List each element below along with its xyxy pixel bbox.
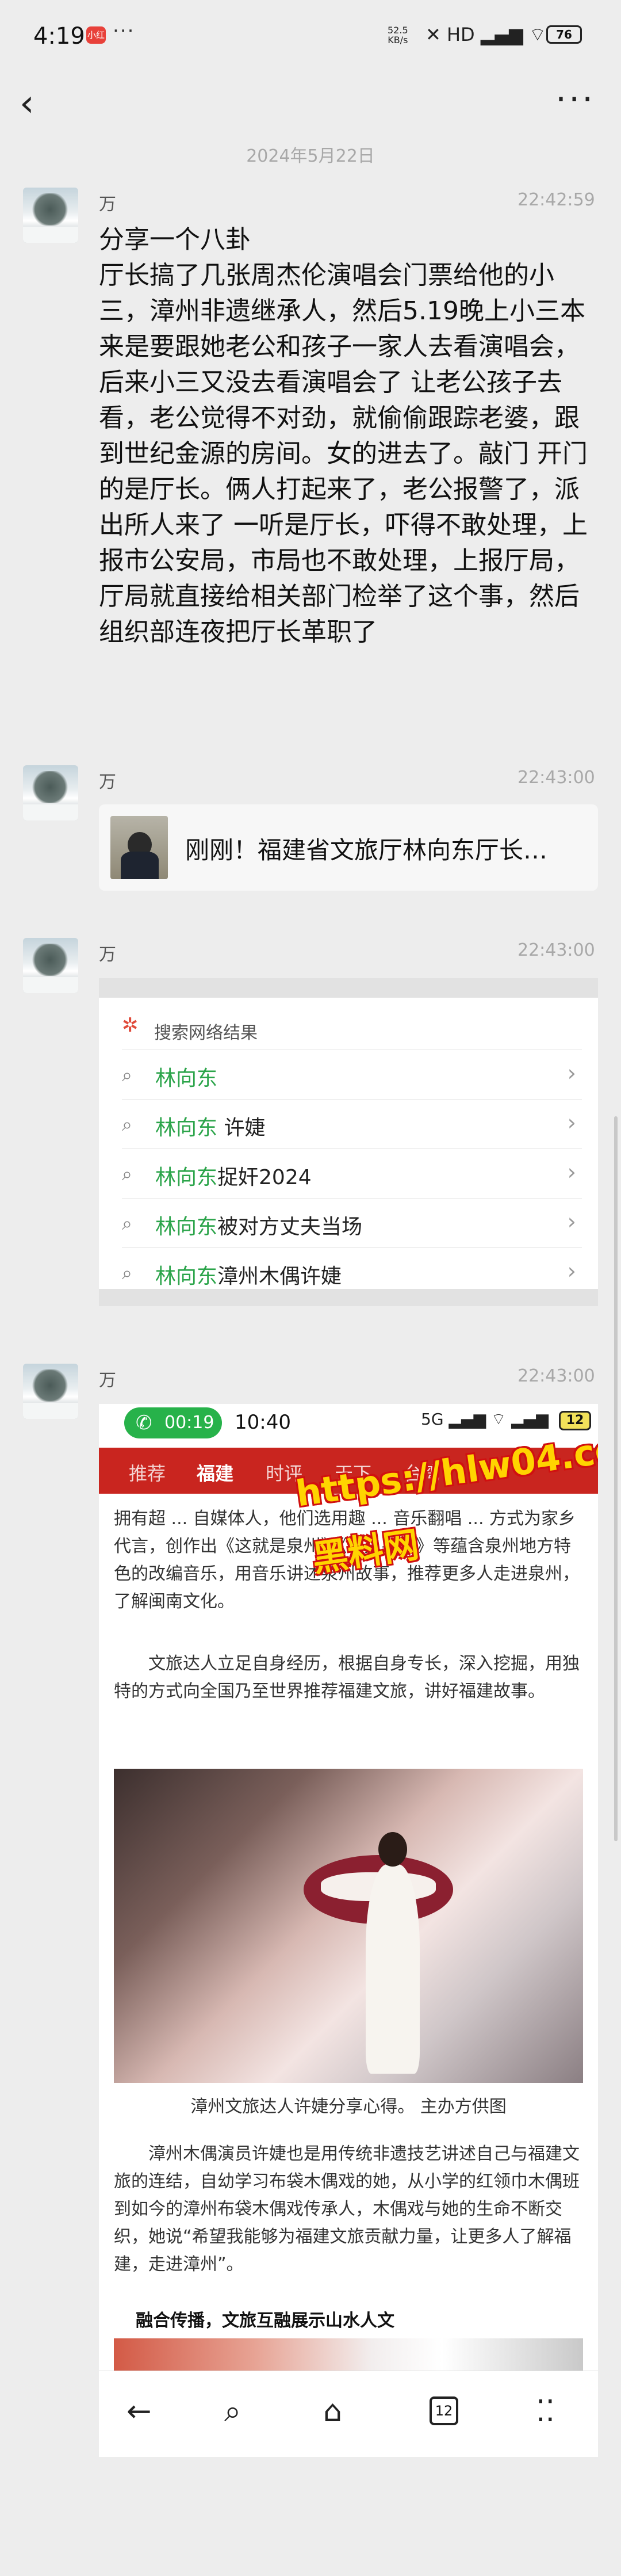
search-highlight: 林向东 xyxy=(155,1116,218,1140)
network-speed-value: 52.5 xyxy=(388,25,408,36)
chevron-right-icon: › xyxy=(567,1258,576,1284)
article-paragraph: 文旅达人立足自身经历，根据自身专长，深入挖掘，用独特的方式向全国乃至世界推荐福建… xyxy=(114,1654,580,1701)
message-line: 分享一个八卦 xyxy=(99,225,251,254)
search-highlight: 林向东 xyxy=(155,1067,218,1090)
browser-toolbar: ← ⌕ ⌂ 12 ⁚⁚ xyxy=(99,2371,598,2457)
article-image-strip xyxy=(114,2338,583,2371)
sender-name: 万 xyxy=(99,194,116,215)
status-time: 4:19 xyxy=(33,23,85,49)
search-highlight: 林向东 xyxy=(155,1215,218,1239)
status-bar: 4:19 小红 ··· 52.5 KB/s ✕ HD ▂▄▆ ⌔ 76 xyxy=(0,0,621,75)
avatar[interactable] xyxy=(23,1364,78,1419)
back-button[interactable]: ‹ xyxy=(20,85,34,122)
search-icon: ⌕ xyxy=(122,1113,132,1135)
news-nav-item-active: 福建 xyxy=(197,1463,234,1484)
network-speed: 52.5 KB/s xyxy=(388,25,408,45)
search-rest: 被对方丈夫当场 xyxy=(217,1215,363,1239)
back-arrow-icon: ← xyxy=(126,2394,152,2429)
chevron-right-icon: › xyxy=(567,1060,576,1086)
more-options-button[interactable]: ··· xyxy=(555,79,595,120)
chevron-right-icon: › xyxy=(567,1110,576,1135)
search-icon: ⌕ xyxy=(122,1212,132,1234)
search-suggestion-row: ⌕ 林向东 许婕 › xyxy=(122,1099,582,1148)
call-indicator: ✆ 00:19 xyxy=(124,1407,222,1438)
search-icon: ⌕ xyxy=(122,1064,132,1086)
call-duration: 00:19 xyxy=(164,1413,214,1433)
menu-icon: ⁚⁚ xyxy=(536,2394,555,2429)
article-photo xyxy=(114,1769,583,2083)
scrollbar[interactable] xyxy=(614,1116,618,1841)
photo-caption: 漳州文旅达人许婕分享心得。 主办方供图 xyxy=(190,2097,507,2117)
search-highlight: 林向东 xyxy=(155,1265,218,1288)
phone-icon: ✆ xyxy=(136,1411,152,1434)
star-icon: ✲ xyxy=(122,1014,139,1037)
article-paragraph: 漳州木偶演员许婕也是用传统非遗技艺讲述自己与福建文旅的连结，自幼学习布袋木偶戏的… xyxy=(114,2144,580,2274)
chevron-right-icon: › xyxy=(567,1159,576,1185)
gesture-area xyxy=(0,2474,621,2576)
article-subhead: 融合传播，文旅互融展示山水人文 xyxy=(136,2311,394,2331)
search-screenshot-image[interactable]: ✲ 搜索网络结果 ⌕ 林向东 › ⌕ 林向东 许婕 › ⌕ 林向东捉奸2024 … xyxy=(99,978,598,1306)
home-icon: ⌂ xyxy=(323,2394,343,2429)
battery-icon: 76 xyxy=(546,25,582,44)
search-icon: ⌕ xyxy=(122,1262,132,1284)
chevron-right-icon: › xyxy=(567,1209,576,1234)
search-suggestion-row: ⌕ 林向东 › xyxy=(122,1050,582,1099)
phone-time: 10:40 xyxy=(235,1411,291,1434)
message-time: 22:43:00 xyxy=(518,1366,595,1386)
search-section-label: 搜索网络结果 xyxy=(154,1023,258,1043)
phone-signal-icon: 5G ▂▄▆ ⌔ ▂▄▆ xyxy=(421,1410,549,1429)
sender-name: 万 xyxy=(99,945,116,965)
tabs-count-icon: 12 xyxy=(430,2396,458,2425)
phone-status-bar: ✆ 00:19 10:40 5G ▂▄▆ ⌔ ▂▄▆ 12 xyxy=(99,1404,598,1443)
network-speed-unit: KB/s xyxy=(388,35,408,45)
search-suggestion-row: ⌕ 林向东被对方丈夫当场 › xyxy=(122,1198,582,1247)
search-rest: 许婕 xyxy=(217,1116,266,1140)
chat-header: ‹ ··· xyxy=(0,75,621,138)
message-line: 厅长搞了几张周杰伦演唱会门票给他的小三，漳州非遗继承人，然后5.19晚上小三本来… xyxy=(99,261,588,647)
search-rest: 捉奸2024 xyxy=(217,1166,312,1189)
signal-wifi-icon: ✕ HD ▂▄▆ ⌔ xyxy=(425,24,546,45)
link-card[interactable]: 刚刚！福建省文旅厅林向东厅长… xyxy=(99,804,598,891)
search-icon: ⌕ xyxy=(224,2394,241,2429)
message-time: 22:43:00 xyxy=(518,768,595,788)
search-suggestion-row: ⌕ 林向东捉奸2024 › xyxy=(122,1148,582,1198)
avatar[interactable] xyxy=(23,188,78,243)
avatar[interactable] xyxy=(23,765,78,820)
news-nav-item: 推荐 xyxy=(129,1463,166,1484)
message-time: 22:42:59 xyxy=(518,190,595,210)
search-highlight: 林向东 xyxy=(155,1166,218,1189)
message-time: 22:43:00 xyxy=(518,940,595,960)
search-rest: 漳州木偶许婕 xyxy=(217,1265,342,1288)
article-screenshot-image[interactable]: ✆ 00:19 10:40 5G ▂▄▆ ⌔ ▂▄▆ 12 推荐 福建 时评 天下… xyxy=(99,1404,598,2371)
notification-badge: 小红 xyxy=(86,26,106,44)
message-text[interactable]: 分享一个八卦 厅长搞了几张周杰伦演唱会门票给他的小三，漳州非遗继承人，然后5.1… xyxy=(99,222,598,650)
link-thumbnail xyxy=(110,816,168,879)
avatar[interactable] xyxy=(23,938,78,993)
link-title: 刚刚！福建省文旅厅林向东厅长… xyxy=(185,836,548,864)
search-icon: ⌕ xyxy=(122,1163,132,1185)
sender-name: 万 xyxy=(99,1371,116,1391)
sender-name: 万 xyxy=(99,772,116,792)
phone-battery-icon: 12 xyxy=(559,1411,591,1430)
more-notifications-icon: ··· xyxy=(113,20,135,43)
chat-date: 2024年5月22日 xyxy=(246,146,375,166)
